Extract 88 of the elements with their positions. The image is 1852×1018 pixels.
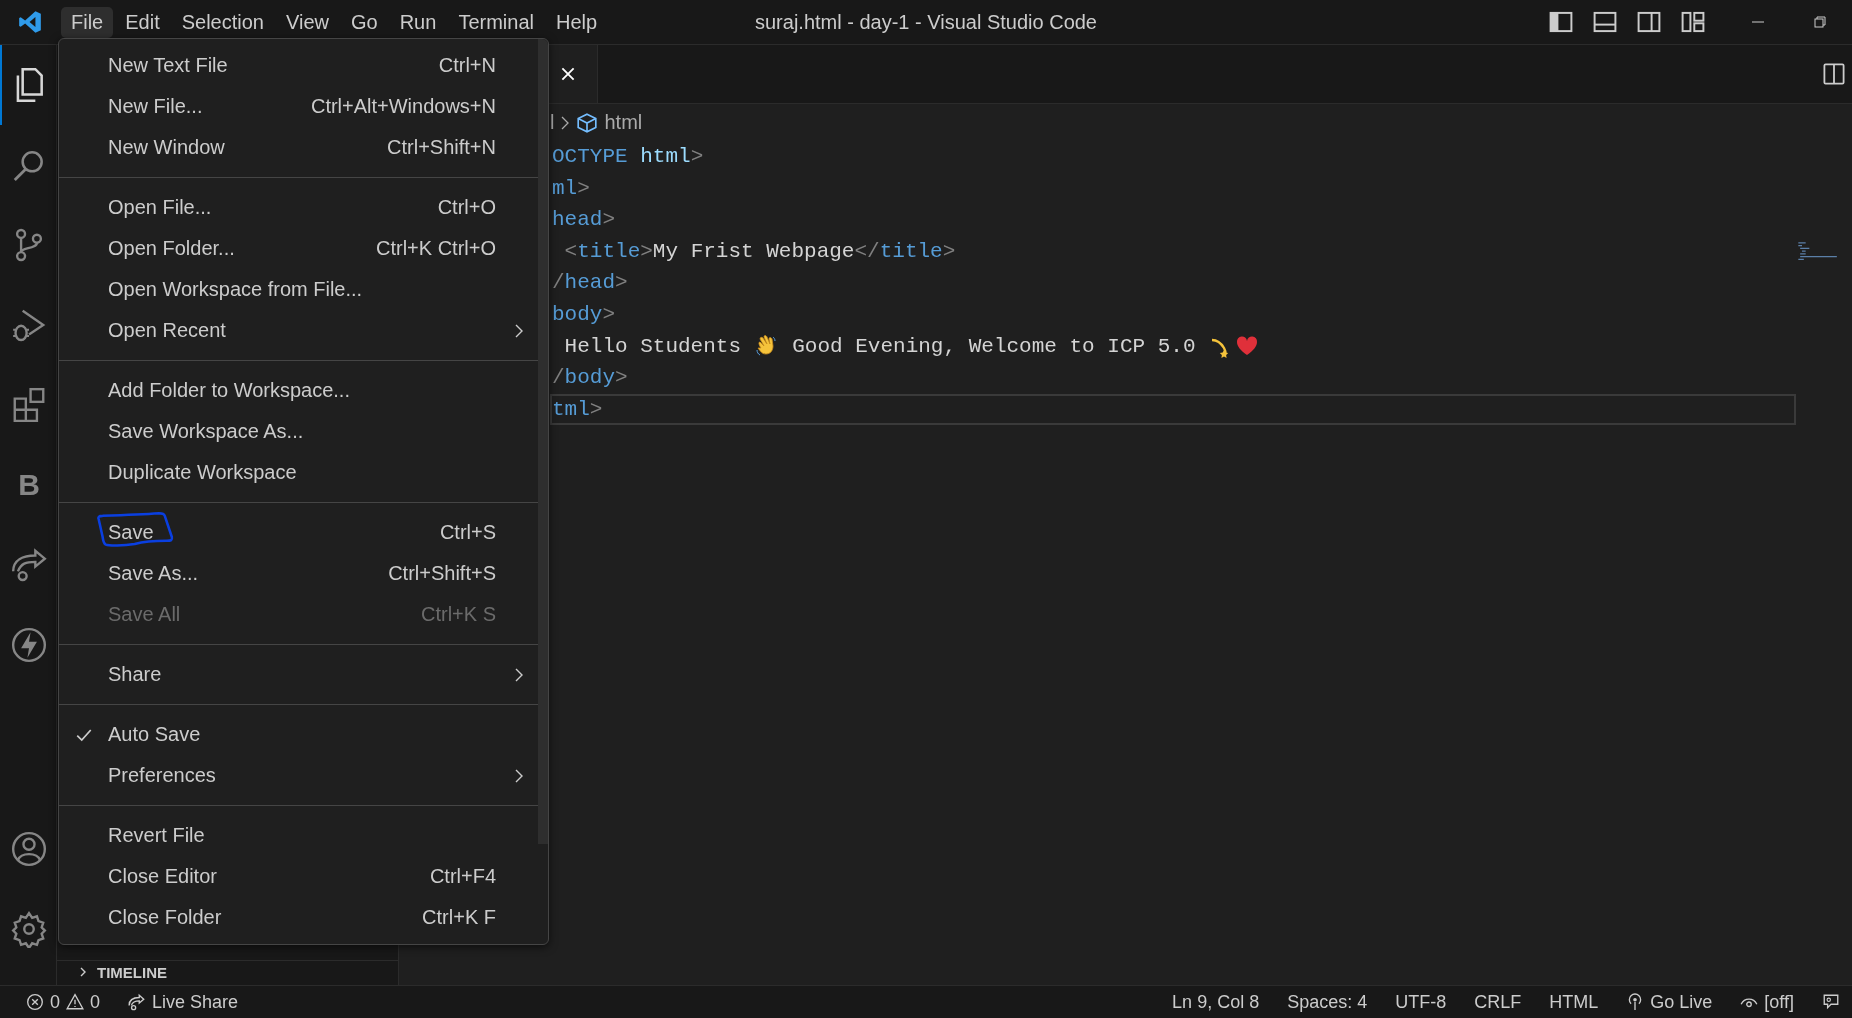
menu-bar-item[interactable]: File [61,6,114,38]
menu-item[interactable]: Auto Save [59,714,538,755]
customize-layout-icon[interactable] [1680,9,1706,35]
status-item[interactable]: UTF-8 [1395,991,1447,1013]
menu-bar-item[interactable]: Run [389,6,447,38]
breadcrumb-item[interactable]: l [550,111,555,134]
code-token: head [564,270,616,297]
section-title: TIMELINE [97,963,167,981]
menu-item[interactable]: Duplicate Workspace [59,452,538,493]
code-token: body [564,365,616,392]
code-token: > [602,301,616,328]
app-logo-icon [17,9,43,35]
split-editor-icon[interactable] [1822,62,1846,86]
code-token: tml [552,396,590,423]
menu-bar-item[interactable]: View [276,6,339,38]
code-token: My Frist Webpage [652,238,855,265]
status-item[interactable]: HTML [1549,991,1599,1013]
activity-label[interactable]: B [18,468,40,502]
code-token: / [552,270,565,297]
code-token: title [879,238,943,265]
warning-icon [66,993,84,1011]
code-token: > [589,396,603,423]
code-token: ml [552,175,578,202]
chevron-icon [514,322,524,339]
code-token: > [640,238,653,265]
chevron-icon [560,114,571,131]
chevron-icon [514,666,524,683]
code-token: </ [854,238,880,265]
code-token: / [552,365,565,392]
menu-item[interactable]: Save Ctrl+S [59,512,538,553]
menu-item[interactable]: Close Folder Ctrl+K F [59,897,538,938]
close-icon[interactable] [559,65,577,83]
status-item[interactable]: Ln 9, Col 8 [1172,991,1260,1013]
menu-item[interactable]: Preferences [59,755,538,796]
code-token: > [602,207,616,234]
menu-bar-item[interactable]: Selection [171,6,274,38]
error-count[interactable]: 0 [50,991,60,1013]
menu-item[interactable]: Open Recent [59,310,538,351]
menu-item[interactable]: Open Workspace from File... [59,269,538,310]
menu-item[interactable]: New Window Ctrl+Shift+N [59,127,538,168]
menu-item[interactable]: Close Editor Ctrl+F4 [59,856,538,897]
menu-bar-item[interactable]: Terminal [448,6,544,38]
breadcrumb-item[interactable]: html [604,111,643,134]
code-token: > [615,365,628,392]
code-token: head [552,207,603,234]
menu-bar-item[interactable]: Go [341,6,388,38]
menu-item[interactable]: Add Folder to Workspace... [59,370,538,411]
code-token: title [577,238,641,265]
scrollbar-thumb[interactable] [538,39,548,844]
menu-item[interactable]: New Text File Ctrl+N [59,45,538,86]
status-item[interactable]: CRLF [1474,991,1522,1013]
preview-status[interactable]: [off] [1764,991,1794,1013]
menu-item[interactable]: Share [59,654,538,695]
code-token: > [942,238,956,265]
live-share-icon[interactable] [10,546,48,584]
code-token: > [690,144,704,170]
toggle-sidebar-icon[interactable] [1548,9,1574,35]
code-token: Hello Students [563,333,743,360]
code-token: < [563,238,578,265]
live-share-icon [128,993,147,1011]
cube-icon [576,111,599,134]
status-item[interactable]: Spaces: 4 [1287,991,1368,1013]
live-share-button[interactable]: Live Share [152,991,239,1013]
menu-bar-item[interactable]: Edit [115,6,170,38]
error-icon [26,993,44,1011]
code-token: > [577,175,590,202]
menu-item[interactable]: New File... Ctrl+Alt+Windows+N [59,86,538,127]
menu-item[interactable]: Open File... Ctrl+O [59,187,538,228]
code-token: > [615,270,628,297]
settings-icon[interactable] [10,910,48,948]
feedback-icon[interactable] [1822,993,1840,1011]
menu-item[interactable]: Save Workspace As... [59,411,538,452]
go-live-button[interactable]: Go Live [1650,991,1713,1013]
code-token: Good Evening, Welcome to ICP 5.0 [791,333,1197,360]
lightning-icon[interactable] [10,626,48,664]
chevron-icon [514,767,524,784]
warning-count[interactable]: 0 [90,991,101,1013]
menu-item[interactable]: Save As... Ctrl+Shift+S [59,553,538,594]
code-token: body [552,301,603,328]
toggle-panel-icon[interactable] [1592,9,1618,35]
toggle-secondary-sidebar-icon[interactable] [1636,9,1662,35]
menu-bar-item[interactable]: Help [545,6,608,38]
code-token: OCTYPE [552,144,628,170]
account-icon[interactable] [10,830,48,868]
menu-item[interactable]: Open Folder... Ctrl+K Ctrl+O [59,228,538,269]
window-title: suraj.html - day-1 - Visual Studio Code [755,10,1097,34]
menu-item[interactable]: Revert File [59,815,538,856]
code-token: html [639,144,691,170]
